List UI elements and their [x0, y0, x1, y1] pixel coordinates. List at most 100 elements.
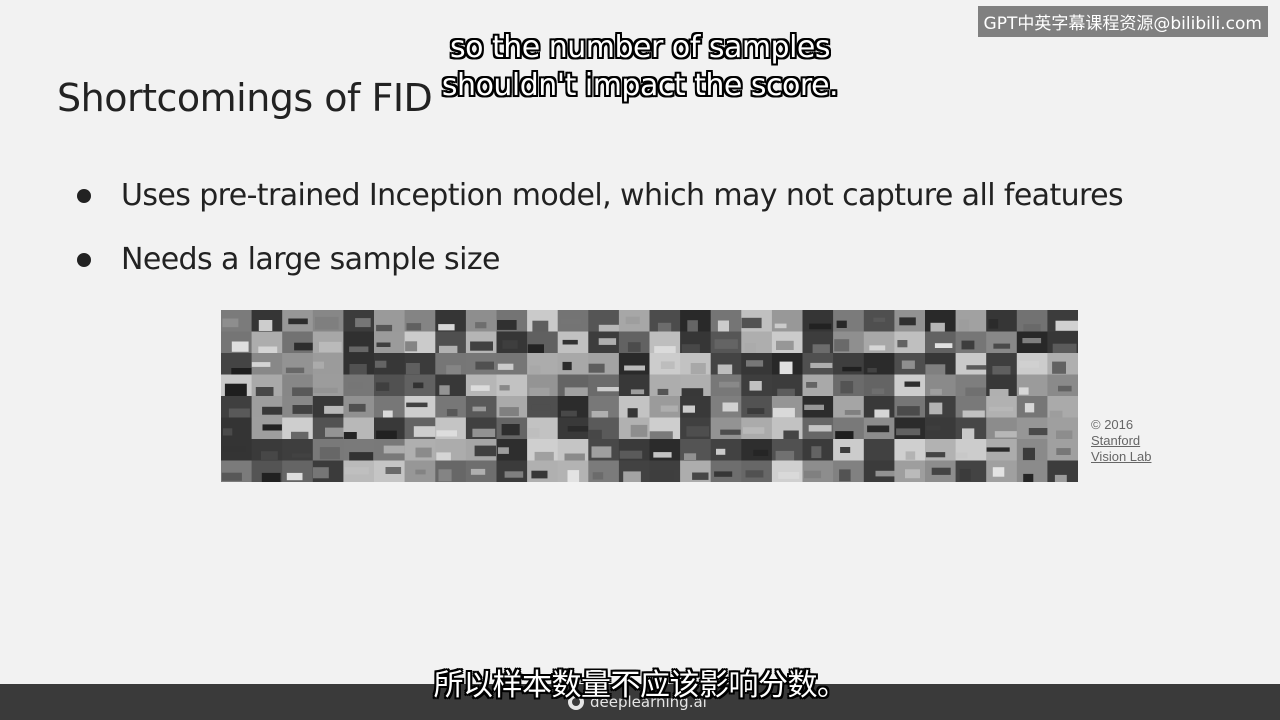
- mosaic-tile-detail: [261, 451, 278, 460]
- mosaic-tile-detail: [1055, 320, 1078, 331]
- mosaic-tile: [986, 331, 1018, 354]
- mosaic-tile-detail: [406, 323, 422, 331]
- mosaic-tile-detail: [413, 382, 424, 389]
- mosaic-tile-detail: [224, 383, 247, 397]
- mosaic-tile-detail: [497, 447, 509, 454]
- mosaic-tile-detail: [653, 452, 672, 458]
- mosaic-tile-detail: [231, 341, 249, 352]
- mosaic-tile-detail: [504, 471, 524, 478]
- mosaic-tile-detail: [690, 363, 706, 375]
- credit-org-line2[interactable]: Vision Lab: [1091, 449, 1151, 465]
- mosaic-tile: [925, 331, 957, 354]
- mosaic-tile-detail: [475, 361, 494, 370]
- mosaic-tile-detail: [527, 428, 540, 438]
- mosaic-tile-detail: [717, 320, 729, 332]
- image-mosaic-graphic: [221, 310, 1078, 482]
- mosaic-tile-detail: [719, 381, 740, 388]
- mosaic-tile-detail: [630, 389, 645, 395]
- mosaic-tile-detail: [560, 318, 582, 324]
- bullet-item-2: Needs a large sample size: [76, 240, 1123, 280]
- mosaic-tile-detail: [686, 426, 710, 437]
- subtitle-english-line1: so the number of samples: [449, 30, 831, 65]
- mosaic-tile-detail: [415, 469, 426, 475]
- mosaic-tile-detail: [313, 361, 324, 369]
- mosaic-tile-detail: [905, 469, 920, 479]
- mosaic-tile: [741, 396, 773, 418]
- mosaic-tile-detail: [992, 467, 1005, 477]
- mosaic-tile-detail: [905, 451, 916, 460]
- mosaic-tile-detail: [344, 467, 369, 475]
- mosaic-tile-detail: [896, 428, 921, 436]
- mosaic-tile-detail: [1056, 448, 1071, 455]
- mosaic-tile-detail: [660, 361, 675, 369]
- mosaic-tile-detail: [717, 364, 733, 375]
- mosaic-tile-detail: [562, 361, 572, 371]
- mosaic-tile-detail: [527, 344, 544, 354]
- mosaic-tile-detail: [959, 468, 971, 482]
- mosaic-tile-detail: [475, 322, 487, 329]
- mosaic-tile-detail: [436, 430, 457, 437]
- mosaic-tile-detail: [749, 381, 762, 391]
- mosaic-tile-detail: [955, 452, 968, 459]
- mosaic-tile-detail: [657, 388, 669, 395]
- mosaic-tile-detail: [497, 363, 514, 370]
- mosaic-tile-detail: [840, 447, 851, 453]
- mosaic-tile-detail: [592, 472, 604, 480]
- mosaic-tile-detail: [988, 319, 999, 329]
- mosaic-tile-detail: [720, 429, 741, 435]
- mosaic-tile-detail: [588, 363, 605, 373]
- mosaic-tile-detail: [1056, 430, 1073, 440]
- mosaic-tile-detail: [597, 387, 622, 392]
- mosaic-tile-detail: [291, 453, 312, 458]
- mosaic-tile-detail: [687, 320, 698, 333]
- mosaic-tile-detail: [778, 472, 800, 479]
- mosaic-tile-detail: [873, 317, 886, 322]
- mosaic-tile: [557, 353, 589, 375]
- mosaic-tile-detail: [529, 365, 541, 374]
- mosaic-tile-detail: [222, 318, 239, 328]
- mosaic-tile-detail: [1023, 473, 1034, 482]
- mosaic-tile-detail: [897, 340, 908, 348]
- subtitle-english-line2: shouldn't impact the score.: [441, 68, 839, 103]
- mosaic-tile-detail: [962, 428, 975, 441]
- mosaic-tile-detail: [446, 409, 458, 416]
- mosaic-tile-detail: [904, 381, 921, 387]
- mosaic-tile-detail: [502, 340, 518, 349]
- mosaic-tile-detail: [472, 428, 496, 437]
- mosaic-tile-detail: [405, 363, 420, 375]
- mosaic-tile-detail: [1058, 385, 1072, 392]
- mosaic-tile-detail: [258, 320, 273, 331]
- mosaic-tile-detail: [834, 339, 850, 352]
- mosaic-tile-detail: [958, 319, 970, 332]
- mosaic-tile: [1047, 374, 1078, 397]
- mosaic-tile: [955, 353, 987, 375]
- mosaic-tile-detail: [810, 362, 833, 368]
- mosaic-tile-detail: [499, 385, 510, 391]
- credit-year: © 2016: [1091, 417, 1134, 432]
- mosaic-tile-detail: [925, 364, 946, 375]
- credit-org-line1[interactable]: Stanford: [1091, 433, 1151, 449]
- mosaic-tile-detail: [627, 342, 641, 352]
- mosaic-tile-detail: [470, 341, 493, 351]
- mosaic-tile-detail: [714, 339, 738, 349]
- mosaic-tile-detail: [349, 346, 369, 353]
- mosaic-tile: [710, 460, 742, 482]
- mosaic-tile-detail: [773, 407, 795, 418]
- bullet-dot-icon: [77, 253, 91, 267]
- mosaic-tile-detail: [598, 338, 617, 345]
- mosaic-tile-detail: [406, 402, 428, 408]
- mosaic-tile-detail: [262, 424, 282, 431]
- mosaic-tile-detail: [779, 361, 793, 375]
- mosaic-tile-detail: [262, 406, 284, 415]
- mosaic-tile-detail: [623, 471, 641, 482]
- mosaic-tile-detail: [897, 406, 920, 416]
- mosaic-tile-detail: [1019, 387, 1029, 395]
- mosaic-tile-detail: [961, 340, 975, 350]
- mosaic-tile-detail: [313, 467, 329, 479]
- mosaic-tile-detail: [867, 425, 890, 433]
- mosaic-tile-detail: [221, 472, 242, 481]
- mosaic-tile: [771, 310, 803, 332]
- mosaic-tile-detail: [1022, 447, 1035, 461]
- mosaic-tile-detail: [591, 446, 612, 458]
- mosaic-tile-detail: [223, 445, 246, 452]
